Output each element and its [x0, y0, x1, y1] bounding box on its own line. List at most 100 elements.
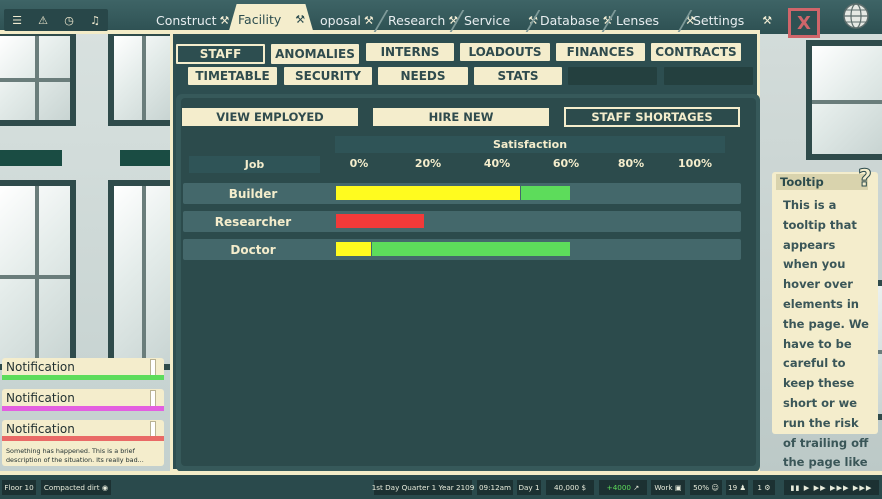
- close-button[interactable]: X: [788, 8, 820, 38]
- menu-tab-database[interactable]: Database⚒: [540, 8, 613, 32]
- globe-icon[interactable]: [836, 2, 876, 30]
- time-display: 09:12am: [477, 480, 513, 495]
- anomaly-count-display: 1 ⚙: [753, 480, 775, 495]
- building-window: [0, 30, 76, 126]
- staff-count-value: 19: [728, 483, 738, 492]
- tooltip-title: Tooltip: [776, 174, 868, 190]
- fast-forward-icon[interactable]: ▶▶: [814, 483, 827, 492]
- view-employed-button[interactable]: VIEW EMPLOYED: [182, 108, 358, 126]
- clock-icon[interactable]: ◷: [56, 9, 82, 31]
- income-display: +4000 ↗: [599, 480, 647, 495]
- speed-controls: ▮▮ ▶ ▶▶ ▶▶▶ ▶▶▶: [784, 480, 879, 495]
- notification[interactable]: Notification: [2, 358, 164, 380]
- menu-tab-construct[interactable]: Construct ⚒: [156, 8, 229, 32]
- tile-indicator[interactable]: Compacted dirt ◉: [41, 480, 111, 495]
- staff-content-area: [181, 98, 756, 466]
- menu-tab-label: Lenses: [616, 12, 660, 28]
- subtab-timetable[interactable]: TIMETABLE: [188, 67, 277, 85]
- quick-icons-group: ☰ ⚠ ◷ ♫: [4, 9, 108, 31]
- hammer-wrench-icon: ⚒: [363, 13, 374, 27]
- building-window: [0, 180, 76, 370]
- table-row[interactable]: Researcher: [183, 211, 741, 232]
- menu-tab-proposal[interactable]: oposal ⚒: [320, 8, 374, 32]
- mode-label: Work: [654, 483, 673, 492]
- dollar-icon: $: [581, 483, 587, 492]
- menu-tab-lenses[interactable]: Lenses ⚒: [616, 8, 695, 32]
- notification-expanded[interactable]: Notification Something has happened. Thi…: [2, 420, 164, 466]
- menu-tab-label: Service: [464, 12, 511, 28]
- satisfaction-bar-segment: [521, 186, 570, 200]
- job-name: Doctor: [230, 242, 276, 257]
- subtab-anomalies[interactable]: ANOMALIES: [271, 44, 359, 64]
- pause-icon[interactable]: ▮▮: [791, 483, 801, 492]
- menu-tab-settings[interactable]: Settings ⚒: [693, 8, 772, 32]
- satisfaction-tick-100: 100%: [678, 157, 712, 170]
- subtab-contracts[interactable]: CONTRACTS: [651, 43, 741, 61]
- floor-indicator[interactable]: Floor 10: [2, 480, 36, 495]
- menu-tab-facility[interactable]: Facility ⚒: [228, 4, 314, 34]
- subtab-staff[interactable]: STAFF: [176, 44, 265, 64]
- anomaly-count-value: 1: [757, 483, 762, 492]
- question-mark-icon: ?: [858, 164, 873, 193]
- menu-tab-label: oposal: [320, 12, 361, 28]
- faster-forward-icon[interactable]: ▶▶▶: [830, 483, 850, 492]
- briefcase-icon: ▣: [674, 483, 682, 492]
- fastest-forward-icon[interactable]: ▶▶▶: [853, 483, 873, 492]
- tooltip: Tooltip ? This is a tooltip that appears…: [772, 164, 878, 489]
- satisfaction-bar-segment: [336, 242, 371, 256]
- satisfaction-tick-40: 40%: [483, 157, 511, 170]
- menu-tab-label: Facility: [238, 11, 282, 27]
- percent-display: 50% ☺: [690, 480, 722, 495]
- job-header[interactable]: Job: [189, 156, 320, 173]
- money-value: 40,000: [553, 483, 580, 492]
- subtab-loadouts[interactable]: LOADOUTS: [460, 43, 550, 61]
- play-icon[interactable]: ▶: [804, 483, 811, 492]
- job-name: Builder: [228, 186, 278, 201]
- subtab-needs[interactable]: NEEDS: [378, 67, 468, 85]
- notification-color-bar: [2, 406, 164, 411]
- staff-shortages-button[interactable]: STAFF SHORTAGES: [564, 107, 740, 127]
- subtab-interns[interactable]: INTERNS: [366, 43, 454, 61]
- subtab-empty-slot: [568, 67, 657, 85]
- staff-count-display: 19 ♟: [726, 480, 748, 495]
- job-name: Researcher: [214, 214, 292, 229]
- awning: [0, 150, 62, 166]
- menu-tab-research[interactable]: Research ⚒: [388, 8, 458, 32]
- satisfaction-tick-20: 20%: [414, 157, 442, 170]
- subtab-finances[interactable]: FINANCES: [556, 43, 645, 61]
- satisfaction-bar-segment: [372, 242, 570, 256]
- table-row[interactable]: Builder: [183, 183, 741, 204]
- mode-display[interactable]: Work ▣: [651, 480, 685, 495]
- date-display: 1st Day Quarter 1 Year 2109: [372, 480, 474, 495]
- subtab-stats[interactable]: STATS: [474, 67, 562, 85]
- menu-icon[interactable]: ☰: [4, 9, 30, 31]
- tile-label: Compacted dirt: [43, 483, 100, 492]
- notification[interactable]: Notification: [2, 389, 164, 411]
- notification-color-bar: [2, 375, 164, 380]
- building-window: [108, 30, 176, 126]
- awning: [120, 150, 172, 166]
- satisfaction-bar-segment: [336, 186, 520, 200]
- table-row[interactable]: Doctor: [183, 239, 741, 260]
- satisfaction-bar-segment: [336, 214, 424, 228]
- menu-tab-label: Database: [540, 12, 600, 28]
- subtab-empty-slot: [664, 67, 753, 85]
- day-display: Day 1: [517, 480, 541, 495]
- hammer-wrench-icon: ⚒: [295, 12, 306, 26]
- satisfaction-tick-60: 60%: [552, 157, 580, 170]
- warning-icon[interactable]: ⚠: [30, 9, 56, 31]
- hammer-wrench-icon: ⚒: [762, 13, 773, 27]
- eye-icon[interactable]: ◉: [102, 483, 108, 492]
- tooltip-body: This is a tooltip that appears when you …: [783, 198, 869, 489]
- subtab-security[interactable]: SECURITY: [284, 67, 372, 85]
- trend-up-icon: ↗: [633, 483, 640, 492]
- notification-title: Notification: [6, 391, 75, 405]
- bell-icon[interactable]: ♫: [82, 9, 108, 31]
- income-value: +4000: [606, 483, 631, 492]
- building-window: [108, 180, 176, 370]
- notification-color-bar: [2, 436, 164, 441]
- hire-new-button[interactable]: HIRE NEW: [373, 108, 549, 126]
- notification-title: Notification: [6, 422, 75, 436]
- money-display: 40,000 $: [546, 480, 594, 495]
- hammer-wrench-icon: ⚒: [219, 13, 230, 27]
